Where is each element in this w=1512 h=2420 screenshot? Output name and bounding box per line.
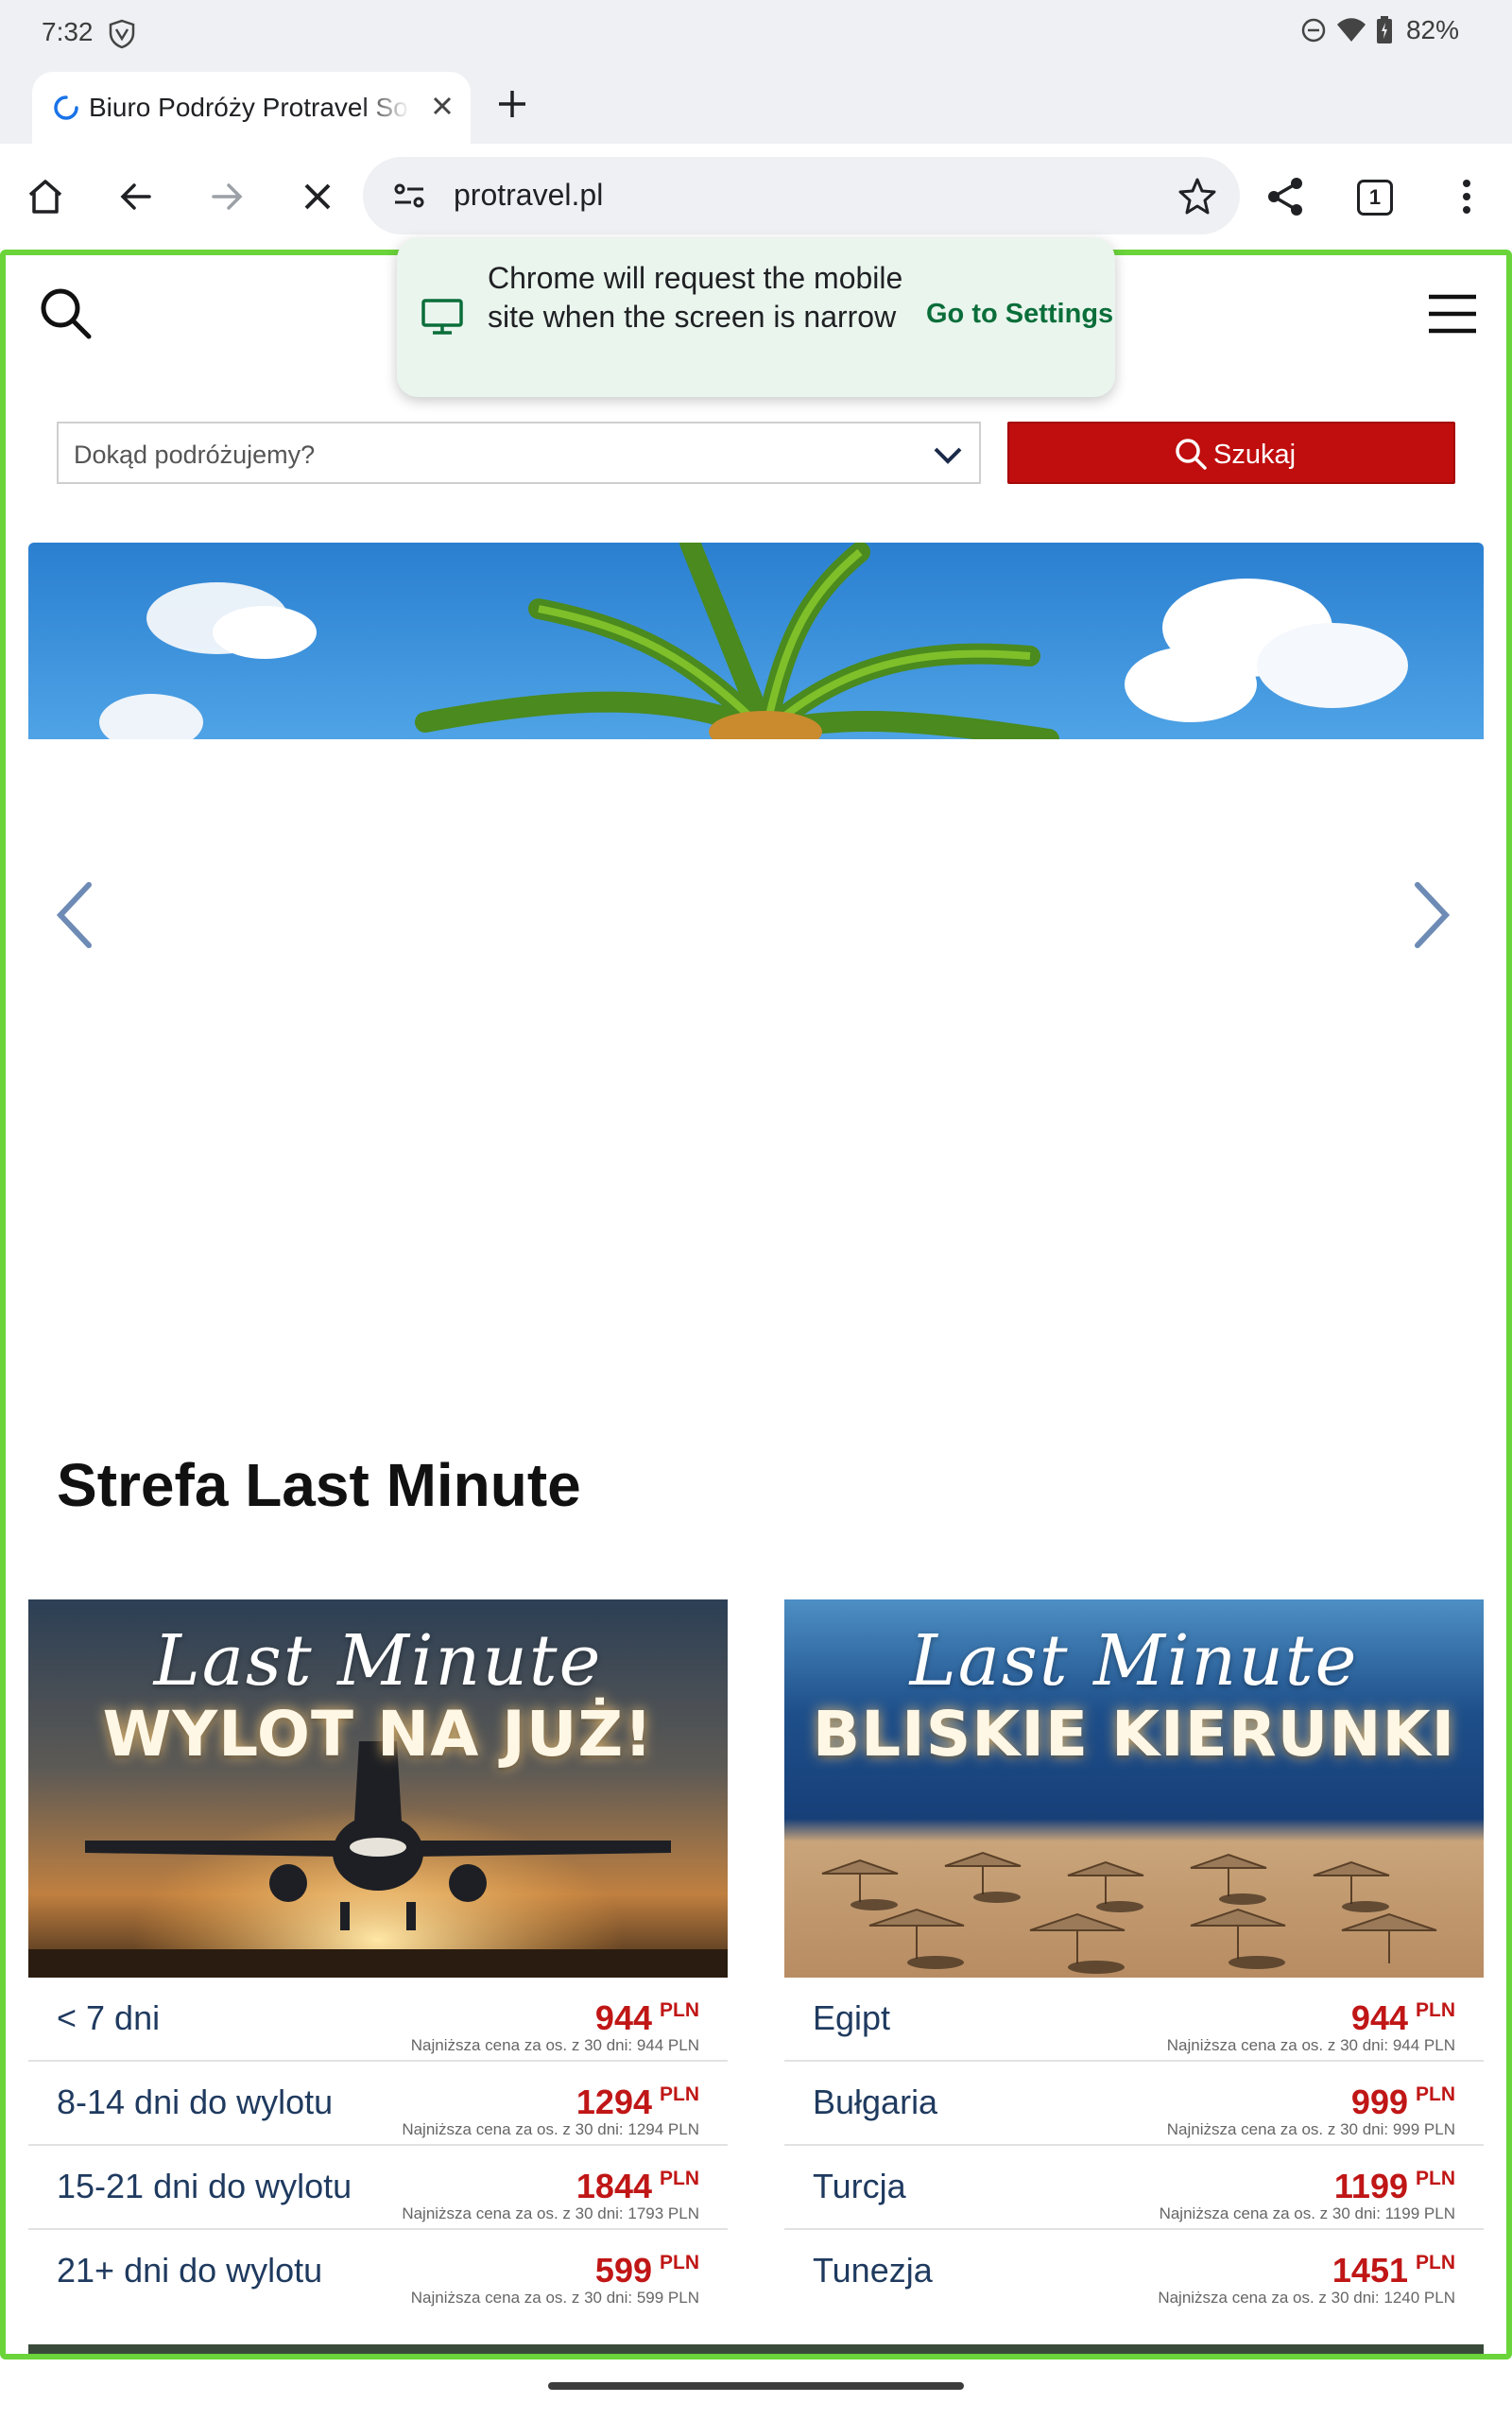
offer-label: 15-21 dni do wylotu	[57, 2167, 352, 2205]
do-not-disturb-icon	[1301, 18, 1326, 43]
last-minute-card: Last Minute BLISKIE KIERUNKI Egipt 944 PL…	[784, 1599, 1484, 2314]
offer-lowest-price-note: Najniższa cena za os. z 30 dni: 1793 PLN	[402, 2204, 699, 2222]
url-text[interactable]: protravel.pl	[454, 178, 603, 213]
next-section-image-peek	[28, 2344, 1484, 2354]
offer-lowest-price-note: Najniższa cena za os. z 30 dni: 1240 PLN	[1158, 2289, 1455, 2307]
offer-label: Turcja	[813, 2167, 906, 2205]
last-minute-banner-image[interactable]: Last Minute WYLOT NA JUŻ!	[28, 1599, 728, 1978]
hamburger-menu-icon[interactable]	[1427, 293, 1478, 335]
more-options-icon[interactable]	[1444, 174, 1489, 219]
browser-toolbar: protravel.pl 1	[0, 144, 1512, 250]
offer-lowest-price-note: Najniższa cena za os. z 30 dni: 944 PLN	[410, 2036, 699, 2054]
web-content-frame: Dokąd podróżujemy? Szukaj Strefa Last Mi…	[0, 250, 1512, 2360]
popup-message: Chrome will request the mobile site when…	[488, 261, 903, 334]
carousel-prev-arrow-icon[interactable]	[53, 879, 94, 951]
carousel-next-arrow-icon[interactable]	[1412, 879, 1453, 951]
offer-label: Egipt	[813, 1998, 891, 2037]
tab-switcher-button[interactable]: 1	[1357, 180, 1393, 216]
forward-arrow-icon[interactable]	[204, 174, 249, 219]
offer-lowest-price-note: Najniższa cena za os. z 30 dni: 1294 PLN	[402, 2120, 699, 2138]
offer-label: Bułgaria	[813, 2083, 938, 2121]
offer-price: 1199 PLN	[1333, 2167, 1455, 2205]
last-minute-headline: BLISKIE KIERUNKI	[812, 1698, 1456, 1771]
search-icon	[1176, 439, 1207, 470]
battery-percentage: 82%	[1405, 15, 1459, 44]
go-to-settings-link[interactable]: Go to Settings	[926, 299, 1113, 330]
list-item[interactable]: Tunezja 1451 PLN Najniższa cena za os. z …	[784, 2230, 1484, 2314]
list-item[interactable]: 21+ dni do wylotu 599 PLN Najniższa cena …	[28, 2230, 728, 2314]
stop-loading-icon[interactable]	[295, 174, 340, 219]
last-minute-script-text: Last Minute	[153, 1620, 603, 1702]
search-button[interactable]: Szukaj	[1007, 422, 1455, 484]
wifi-icon	[1336, 18, 1366, 42]
address-bar[interactable]: protravel.pl	[363, 157, 1240, 234]
last-minute-headline: WYLOT NA JUŻ!	[102, 1698, 654, 1771]
offer-price: 1451 PLN	[1332, 2251, 1455, 2290]
list-item[interactable]: Bułgaria 999 PLN Najniższa cena za os. z …	[784, 2062, 1484, 2146]
vpn-shield-icon	[109, 19, 135, 49]
offer-price: 1844 PLN	[576, 2167, 699, 2205]
destination-placeholder: Dokąd podróżujemy?	[74, 441, 316, 469]
chevron-down-icon	[934, 447, 962, 464]
status-time: 7:32	[42, 17, 94, 46]
offer-label: < 7 dni	[57, 1998, 161, 2037]
offer-price: 999 PLN	[1350, 2083, 1455, 2121]
close-tab-icon[interactable]	[427, 91, 457, 121]
battery-icon	[1376, 16, 1392, 43]
web-content: Dokąd podróżujemy? Szukaj Strefa Last Mi…	[6, 255, 1506, 2354]
last-minute-card: Last Minute WYLOT NA JUŻ! < 7 dni 944 PLN…	[28, 1599, 728, 2314]
bookmark-star-icon[interactable]	[1177, 176, 1217, 216]
status-bar: 7:32 82%	[0, 0, 1512, 68]
hero-banner-image	[28, 543, 1484, 739]
offer-lowest-price-note: Najniższa cena za os. z 30 dni: 1199 PLN	[1159, 2204, 1455, 2222]
share-icon[interactable]	[1263, 174, 1308, 219]
offer-lowest-price-note: Najniższa cena za os. z 30 dni: 944 PLN	[1166, 2036, 1455, 2054]
offer-price: 944 PLN	[594, 1998, 699, 2037]
offer-label: Tunezja	[813, 2251, 933, 2290]
section-title: Strefa Last Minute	[57, 1451, 581, 1519]
list-item[interactable]: 15-21 dni do wylotu 1844 PLN Najniższa ce…	[28, 2146, 728, 2230]
list-item[interactable]: < 7 dni 944 PLN Najniższa cena za os. z 3…	[28, 1978, 728, 2062]
back-arrow-icon[interactable]	[113, 174, 159, 219]
offer-label: 21+ dni do wylotu	[57, 2251, 323, 2290]
loading-spinner-icon	[54, 95, 78, 120]
site-search-icon[interactable]	[38, 285, 94, 342]
offer-lowest-price-note: Najniższa cena za os. z 30 dni: 999 PLN	[1166, 2120, 1455, 2138]
offer-price: 599 PLN	[594, 2251, 699, 2290]
last-minute-script-text: Last Minute	[909, 1620, 1359, 1702]
gesture-navigation-bar[interactable]	[548, 2382, 964, 2390]
tab-title: Biuro Podróży Protravel Sochaczew	[89, 93, 410, 122]
list-item[interactable]: Egipt 944 PLN Najniższa cena za os. z 30 …	[784, 1978, 1484, 2062]
desktop-monitor-icon	[421, 299, 463, 335]
home-icon[interactable]	[23, 174, 68, 219]
site-settings-icon[interactable]	[391, 178, 427, 214]
destination-select[interactable]: Dokąd podróżujemy?	[57, 422, 981, 484]
offer-label: 8-14 dni do wylotu	[57, 2083, 334, 2121]
last-minute-banner-image[interactable]: Last Minute BLISKIE KIERUNKI	[784, 1599, 1484, 1978]
list-item[interactable]: Turcja 1199 PLN Najniższa cena za os. z 3…	[784, 2146, 1484, 2230]
status-icons: 82%	[1300, 15, 1459, 45]
list-item[interactable]: 8-14 dni do wylotu 1294 PLN Najniższa cen…	[28, 2062, 728, 2146]
offer-price: 944 PLN	[1350, 1998, 1455, 2037]
browser-tab[interactable]: Biuro Podróży Protravel Sochaczew	[32, 72, 471, 144]
tab-strip: Biuro Podróży Protravel Sochaczew	[0, 68, 1512, 144]
mobile-site-popup: Chrome will request the mobile site when…	[397, 238, 1115, 397]
new-tab-icon[interactable]	[493, 85, 531, 123]
offer-lowest-price-note: Najniższa cena za os. z 30 dni: 599 PLN	[410, 2289, 699, 2307]
offer-price: 1294 PLN	[576, 2083, 699, 2121]
search-button-label: Szukaj	[1213, 440, 1297, 470]
